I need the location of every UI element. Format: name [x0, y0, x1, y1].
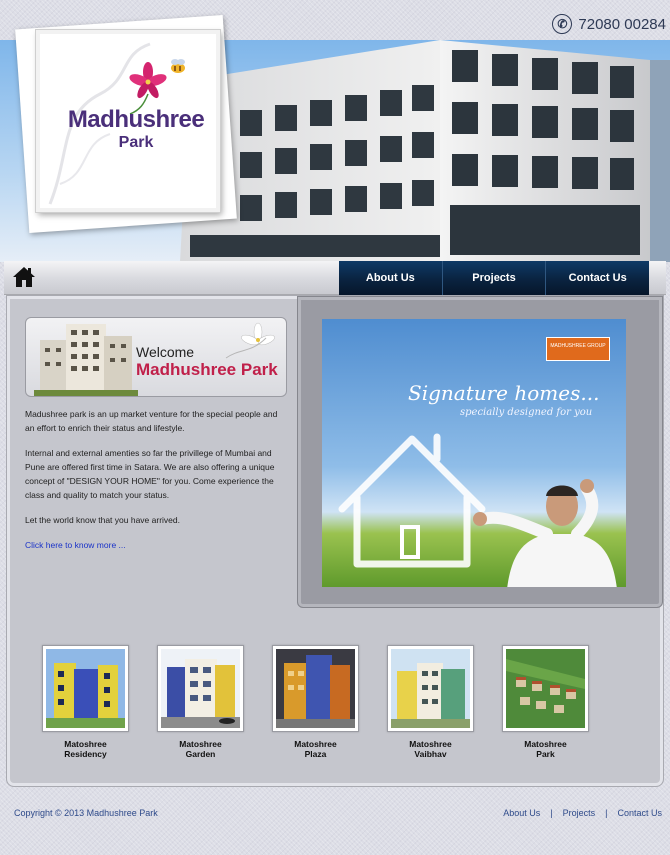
logo-subtitle: Park [118, 134, 154, 151]
footer-separator: | [605, 808, 608, 818]
content-panel: Welcome Madhushree Park Madushree park i… [6, 295, 664, 787]
ad-banner[interactable]: MADHUSHREE GROUP Signature homes... spec… [322, 319, 626, 587]
project-residency[interactable]: Matoshree Residency [42, 645, 129, 759]
project-name: Matoshree Garden [179, 739, 222, 759]
project-thumbnail[interactable] [502, 645, 589, 732]
project-thumbnail[interactable] [272, 645, 359, 732]
intro-paragraph-3: Let the world know that you have arrived… [25, 515, 180, 525]
project-thumbnail[interactable] [42, 645, 129, 732]
park-aerial-image [506, 649, 585, 728]
nav-projects[interactable]: Projects [443, 261, 547, 295]
nav-contact-us[interactable]: Contact Us [546, 261, 649, 295]
main-navbar: About Us Projects Contact Us [4, 261, 666, 295]
footer-link-contact-us[interactable]: Contact Us [617, 808, 662, 818]
residency-building-image [46, 649, 125, 728]
project-thumbnail[interactable] [387, 645, 474, 732]
ad-title: Signature homes... [408, 381, 600, 405]
vaibhav-building-image [391, 649, 470, 728]
intro-text: Madushree park is an up market venture f… [25, 407, 287, 552]
home-icon[interactable] [12, 265, 36, 289]
projects-list: Matoshree Residency Matoshree Garden Mat… [42, 645, 642, 759]
footer-link-about-us[interactable]: About Us [503, 808, 540, 818]
project-name: Matoshree Residency [64, 739, 107, 759]
nav-about-us[interactable]: About Us [339, 261, 443, 295]
copyright-text: Copyright © 2013 Madhushree Park [14, 808, 158, 818]
nav-menu: About Us Projects Contact Us [339, 261, 649, 295]
plaza-building-image [276, 649, 355, 728]
project-plaza[interactable]: Matoshree Plaza [272, 645, 359, 759]
logo-title: Madhushree [67, 106, 205, 133]
project-garden[interactable]: Matoshree Garden [157, 645, 244, 759]
project-thumbnail[interactable] [157, 645, 244, 732]
welcome-banner: Welcome Madhushree Park [25, 317, 287, 397]
garden-building-image [161, 649, 240, 728]
welcome-label: Welcome [136, 344, 195, 360]
ad-frame: MADHUSHREE GROUP Signature homes... spec… [297, 296, 663, 608]
ad-badge-logo: MADHUSHREE GROUP [546, 337, 610, 361]
welcome-name: Madhushree Park [136, 360, 278, 379]
project-park[interactable]: Matoshree Park [502, 645, 589, 759]
know-more-link[interactable]: Click here to know more ... [25, 540, 126, 550]
intro-paragraph-2: Internal and external amenties so far th… [25, 448, 275, 500]
phone-icon: ✆ [552, 14, 573, 34]
logo[interactable]: Madhushree Park [36, 30, 220, 212]
project-name: Matoshree Plaza [294, 739, 337, 759]
ad-subtitle: specially designed for you [460, 407, 593, 418]
footer-links: About Us | Projects | Contact Us [503, 808, 662, 818]
header-phone: ✆ 72080 00284 [552, 14, 666, 34]
phone-number: 72080 00284 [578, 15, 666, 33]
project-name: Matoshree Vaibhav [409, 739, 452, 759]
footer-link-projects[interactable]: Projects [563, 808, 596, 818]
project-vaibhav[interactable]: Matoshree Vaibhav [387, 645, 474, 759]
footer-separator: | [550, 808, 553, 818]
intro-paragraph-1: Madushree park is an up market venture f… [25, 409, 278, 433]
project-name: Matoshree Park [524, 739, 567, 759]
